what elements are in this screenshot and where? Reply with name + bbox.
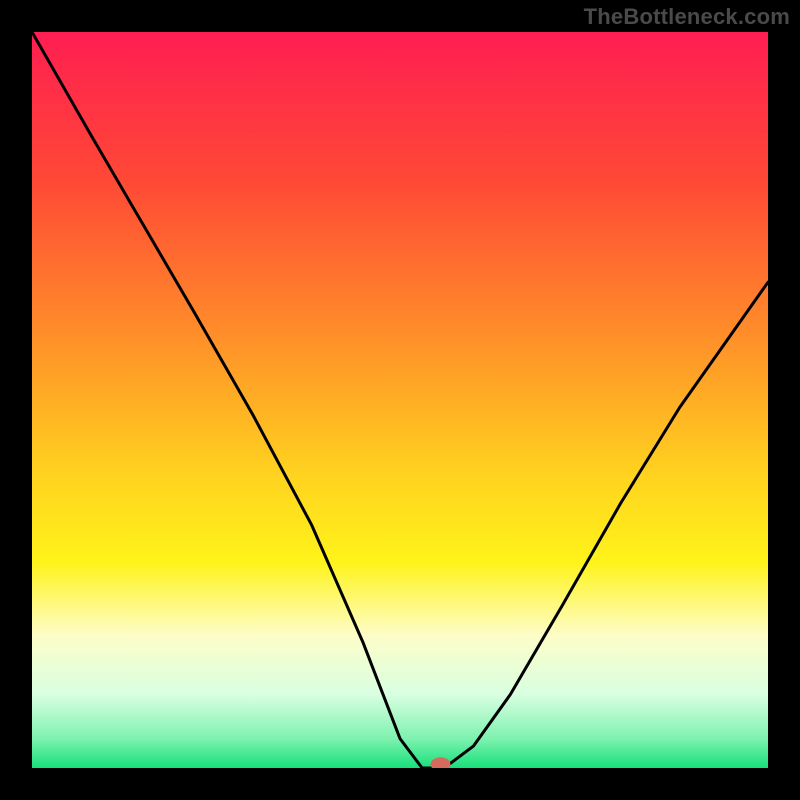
chart-plot-area	[32, 32, 768, 768]
chart-svg	[32, 32, 768, 768]
chart-frame: TheBottleneck.com	[0, 0, 800, 800]
chart-background	[32, 32, 768, 768]
watermark-text: TheBottleneck.com	[584, 4, 790, 30]
